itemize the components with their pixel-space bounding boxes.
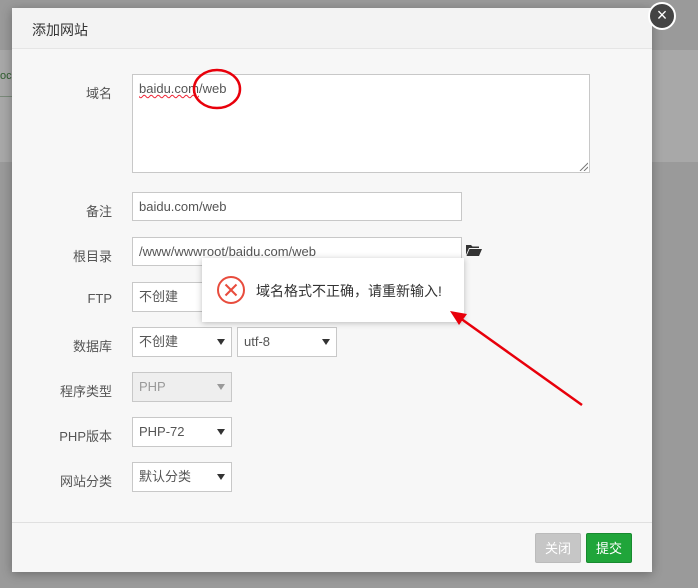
annotation-arrow-line xyxy=(459,316,583,407)
annotation-arrow-head xyxy=(450,311,467,325)
annotation-circle xyxy=(192,68,242,110)
annotation-overlay xyxy=(192,68,583,407)
